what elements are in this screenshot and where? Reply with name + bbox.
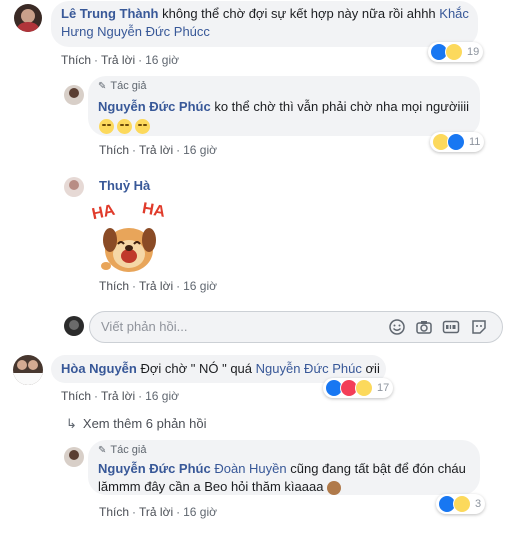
see-no-evil-emoji-icon	[327, 480, 342, 495]
comment-body: Đợi chờ " NÓ " quá	[140, 361, 253, 376]
author-badge: ✎ Tác giả	[98, 444, 146, 456]
pencil-icon: ✎	[98, 80, 107, 92]
comment-author[interactable]: Hòa Nguyễn	[61, 361, 137, 376]
emoji-icon[interactable]	[388, 318, 406, 336]
pencil-icon: ✎	[98, 444, 107, 456]
author-badge: ✎ Tác giả	[98, 80, 146, 92]
sticker-text: HA	[140, 200, 167, 221]
comment-actions: Thích · Trả lời · 16 giờ	[61, 389, 179, 403]
mention-link[interactable]: Đoàn Huyền	[214, 461, 286, 476]
comment-text: Nguyễn Đức Phúc ko thể chờ thì vẫn phải …	[98, 98, 478, 116]
comment-text: Hòa Nguyễn Đợi chờ " NÓ " quá Nguyễn Đức…	[61, 360, 380, 378]
reaction-count: 17	[377, 382, 390, 394]
reply-button[interactable]: Trả lời	[101, 389, 135, 403]
comment-actions: Thích · Trả lời · 16 giờ	[99, 279, 217, 293]
comment-author[interactable]: Nguyễn Đức Phúc	[98, 461, 211, 476]
grin-emoji-icon	[99, 119, 114, 135]
haha-reaction-icon	[445, 43, 463, 61]
comment-author[interactable]: Thuỷ Hà	[99, 177, 150, 195]
comment-author[interactable]: Nguyễn Đức Phúc	[98, 99, 211, 114]
sticker-icon[interactable]	[470, 318, 488, 336]
comment-body-end: ơii	[365, 361, 380, 376]
like-reaction-icon	[447, 133, 465, 151]
like-button[interactable]: Thích	[99, 279, 129, 293]
timestamp[interactable]: 16 giờ	[183, 279, 217, 293]
view-more-label: Xem thêm 6 phản hồi	[82, 416, 207, 431]
avatar[interactable]	[14, 4, 42, 32]
comment-body: ko thể chờ thì vẫn phải chờ nha mọi ngườ…	[214, 99, 470, 114]
reply-input[interactable]: Viết phản hồi...	[89, 311, 503, 343]
avatar[interactable]	[64, 447, 84, 467]
avatar[interactable]	[13, 355, 43, 385]
avatar[interactable]	[64, 85, 84, 105]
reaction-summary[interactable]: 19	[428, 42, 484, 62]
comment-body-line2: lămmm đây cần a Beo hỏi thăm kìaaaa	[98, 479, 324, 494]
mention-link[interactable]: Nguyễn Đức Phúc	[256, 361, 362, 376]
comment-text: Lê Trung Thành không thể chờ đợi sự kết …	[61, 5, 471, 41]
timestamp[interactable]: 16 giờ	[183, 143, 217, 157]
like-button[interactable]: Thích	[99, 143, 129, 157]
reaction-summary[interactable]: 11	[430, 132, 485, 152]
reply-button[interactable]: Trả lời	[139, 505, 173, 519]
avatar[interactable]	[64, 177, 84, 197]
timestamp[interactable]: 16 giờ	[145, 53, 179, 67]
like-button[interactable]: Thích	[61, 389, 91, 403]
reaction-count: 11	[469, 136, 481, 148]
current-user-avatar	[64, 316, 84, 336]
reply-button[interactable]: Trả lời	[101, 53, 135, 67]
author-name[interactable]: Thuỷ Hà	[99, 178, 150, 193]
view-more-replies[interactable]: ↳ Xem thêm 6 phản hồi	[66, 416, 206, 432]
reply-button[interactable]: Trả lời	[139, 279, 173, 293]
haha-dog-sticker[interactable]: HA HA	[88, 200, 166, 278]
emoji-row	[99, 118, 153, 135]
comment-body: không thể chờ đợi sự kết hợp này nữa rồi…	[162, 6, 436, 21]
author-badge-label: Tác giả	[110, 80, 147, 92]
comment-actions: Thích · Trả lời · 16 giờ	[99, 505, 217, 519]
gif-icon[interactable]	[442, 318, 460, 336]
like-button[interactable]: Thích	[99, 505, 129, 519]
grin-emoji-icon	[135, 119, 150, 135]
reply-input-placeholder: Viết phản hồi...	[101, 319, 188, 334]
camera-icon[interactable]	[415, 318, 433, 336]
timestamp[interactable]: 16 giờ	[183, 505, 217, 519]
author-badge-label: Tác giả	[110, 444, 147, 456]
mention-link[interactable]: Khắc	[439, 6, 469, 21]
comment-text: Nguyễn Đức Phúc Đoàn Huyền cũng đang tất…	[98, 460, 478, 496]
comment-actions: Thích · Trả lời · 16 giờ	[99, 143, 217, 157]
haha-reaction-icon	[355, 379, 373, 397]
like-button[interactable]: Thích	[61, 53, 91, 67]
timestamp[interactable]: 16 giờ	[145, 389, 179, 403]
grin-emoji-icon	[117, 119, 132, 135]
reaction-count: 3	[475, 498, 482, 510]
haha-reaction-icon	[453, 495, 471, 513]
reply-arrow-icon: ↳	[66, 416, 77, 431]
comment-actions: Thích · Trả lời · 16 giờ	[61, 53, 179, 67]
comment-author[interactable]: Lê Trung Thành	[61, 6, 159, 21]
reaction-count: 19	[467, 46, 480, 58]
reaction-summary[interactable]: 17	[323, 378, 394, 398]
mention-link[interactable]: Hưng Nguyễn Đức Phúcc	[61, 24, 210, 39]
reaction-summary[interactable]: 3	[436, 494, 486, 514]
reply-button[interactable]: Trả lời	[139, 143, 173, 157]
comment-body: cũng đang tất bật để đón cháu	[290, 461, 466, 476]
